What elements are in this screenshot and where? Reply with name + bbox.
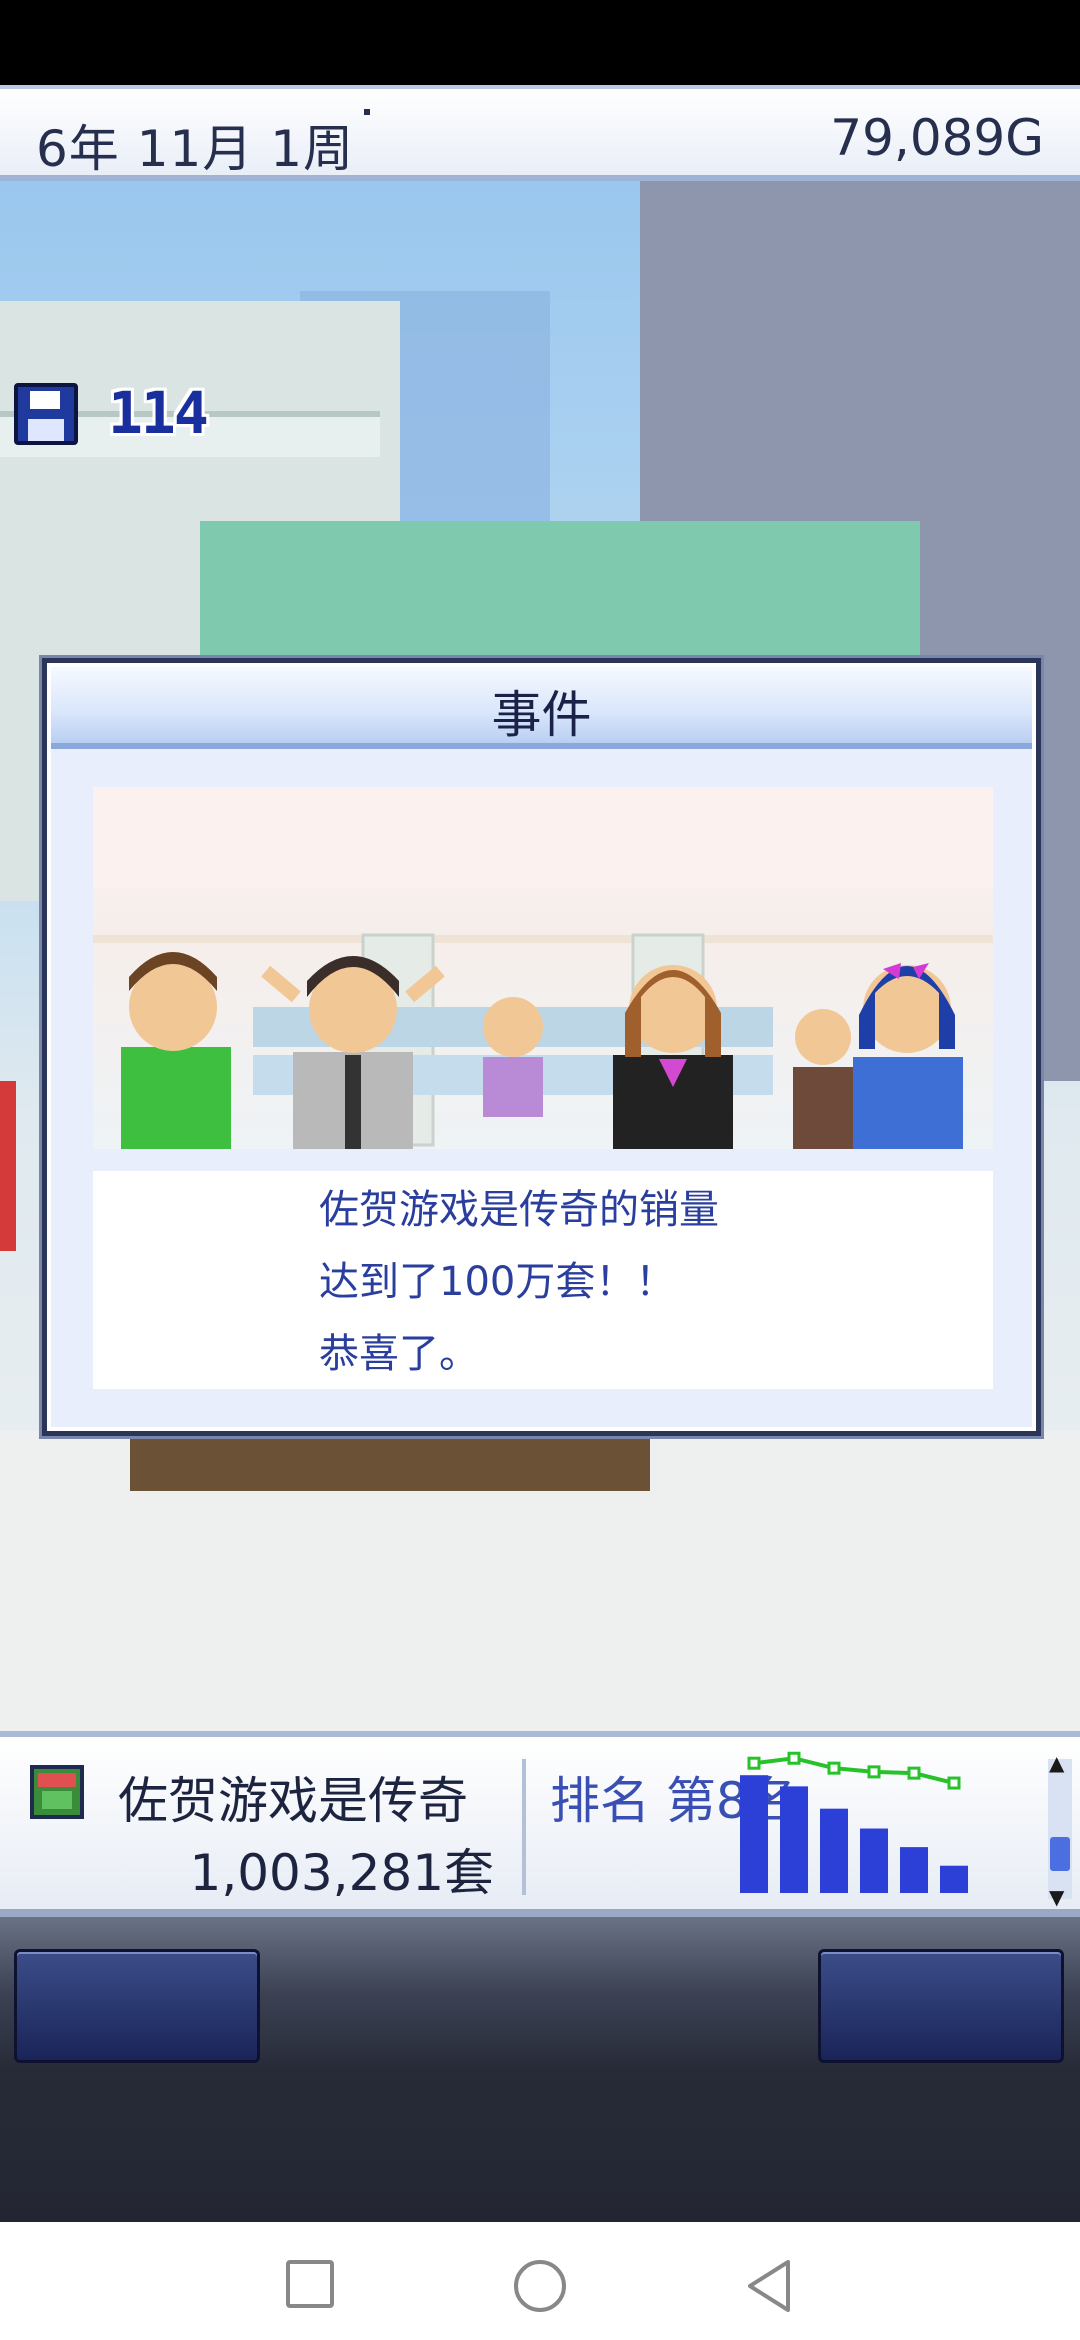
trend-point: [947, 1776, 961, 1790]
scroll-down-arrow-icon[interactable]: ▼: [1049, 1885, 1064, 1909]
event-dialog[interactable]: 事件 佐贺游戏是传奇的销量 达到了100万套！！ 恭喜了。: [42, 658, 1041, 1436]
red-sign: [0, 1081, 16, 1251]
top-info-bar: 6年 11月 1周 79,089G: [0, 85, 1080, 181]
sales-count: 1,003,281套: [189, 1844, 494, 1902]
game-name: 佐贺游戏是传奇: [118, 1772, 468, 1830]
save-count: 114: [108, 379, 209, 447]
message-line-1: 佐贺游戏是传奇的销量: [319, 1187, 719, 1233]
date-display: 6年 11月 1周: [36, 120, 355, 178]
trend-point: [907, 1766, 921, 1780]
message-line-3: 恭喜了。: [319, 1331, 479, 1377]
person-green: [121, 952, 231, 1149]
trend-line: [753, 1756, 955, 1785]
dialog-title-bar: 事件: [51, 667, 1032, 749]
sales-bar: [820, 1808, 848, 1893]
sales-bar: [940, 1865, 968, 1893]
celebration-scene: [93, 787, 993, 1149]
recent-apps-icon[interactable]: [284, 2258, 336, 2310]
scroll-track[interactable]: [1048, 1759, 1072, 1899]
right-menu-button[interactable]: [818, 1949, 1064, 2063]
bottom-menu-panel: [0, 1917, 1080, 2222]
sales-bar: [860, 1828, 888, 1893]
sales-bar: [900, 1847, 928, 1893]
person-blue: [853, 963, 963, 1149]
trend-point: [747, 1756, 761, 1770]
game-cartridge-icon: [30, 1765, 84, 1819]
home-icon[interactable]: [512, 2258, 568, 2314]
money-display: 79,089G: [830, 109, 1044, 167]
trend-point: [787, 1751, 801, 1765]
trend-point: [867, 1765, 881, 1779]
scroll-up-arrow-icon[interactable]: ▲: [1049, 1751, 1064, 1775]
dialog-title: 事件: [491, 686, 592, 744]
sales-bar: [740, 1775, 768, 1893]
message-line-2: 达到了100万套！！: [319, 1259, 676, 1305]
status-bar: [0, 0, 1080, 85]
system-nav-bar: [0, 2222, 1080, 2340]
info-divider: [522, 1759, 526, 1895]
trend-point: [827, 1761, 841, 1775]
celebration-illustration: [93, 787, 993, 1149]
floppy-disk-icon: [14, 383, 78, 445]
sales-bar: [780, 1786, 808, 1893]
left-menu-button[interactable]: [14, 1949, 260, 2063]
tick-indicator: [364, 109, 370, 115]
scroll-thumb[interactable]: [1050, 1837, 1070, 1871]
sales-trend-chart: [740, 1751, 968, 1893]
game-info-bar[interactable]: 佐贺游戏是传奇 1,003,281套 排名 第8名 ▲ ▼: [0, 1731, 1080, 1917]
person-black: [613, 965, 733, 1149]
back-icon[interactable]: [744, 2258, 796, 2314]
message-box: 佐贺游戏是传奇的销量 达到了100万套！！ 恭喜了。: [93, 1171, 993, 1389]
